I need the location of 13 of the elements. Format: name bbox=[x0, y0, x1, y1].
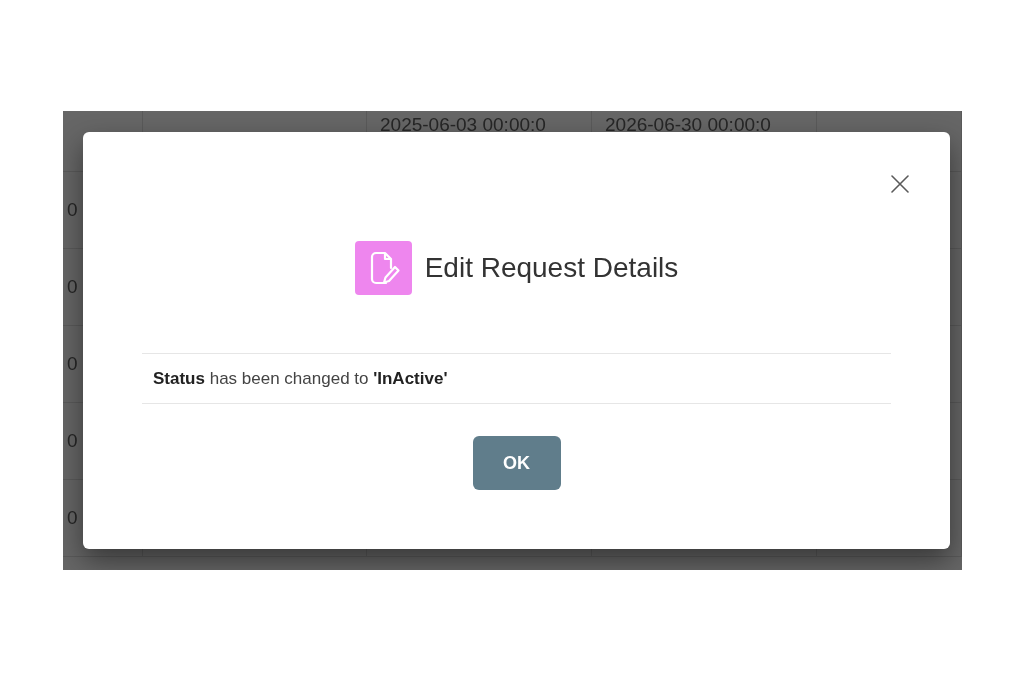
document-pencil-icon bbox=[354, 241, 412, 295]
cell-text: 0 bbox=[67, 352, 78, 376]
status-message: Status has been changed to 'InActive' bbox=[153, 367, 448, 390]
cell-text: 2026-06-30 00:00:0 bbox=[605, 113, 771, 137]
close-icon bbox=[891, 175, 909, 193]
close-button[interactable] bbox=[890, 174, 910, 194]
cell-text: 0 bbox=[67, 198, 78, 222]
ok-button[interactable]: OK bbox=[472, 436, 561, 490]
cell-text: 0 bbox=[67, 275, 78, 299]
cell-text: 0 bbox=[67, 429, 78, 453]
cell-text: 2025-06-03 00:00:0 bbox=[380, 113, 546, 137]
cell-text: 0 bbox=[67, 506, 78, 530]
dialog-title: Edit Request Details bbox=[424, 251, 679, 285]
